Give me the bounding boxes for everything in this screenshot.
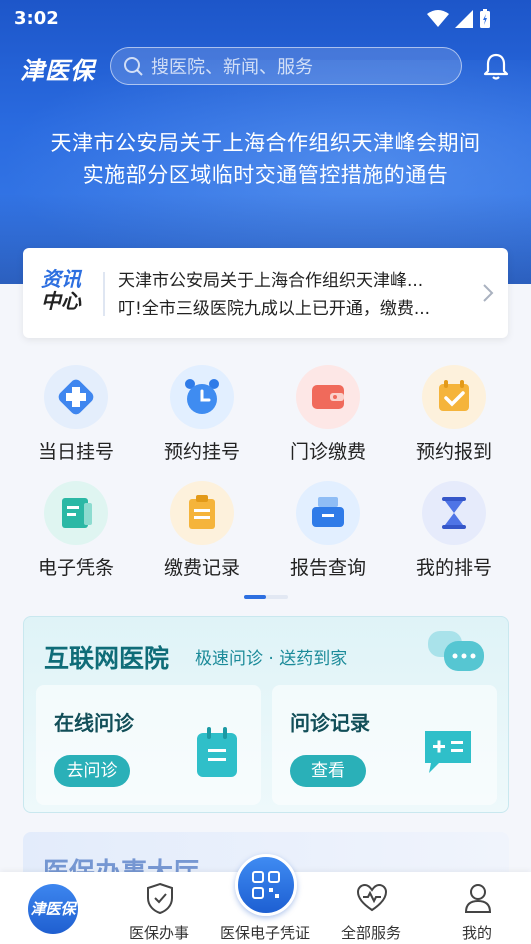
tab-label: 医保办事	[128, 924, 189, 942]
tab-all-services[interactable]: 全部服务	[318, 872, 424, 944]
internet-hospital-subtitle: 极速问诊 · 送药到家	[195, 649, 348, 669]
view-records-button[interactable]: 查看	[290, 755, 366, 787]
service-appointment-checkin[interactable]: 预约报到	[399, 365, 509, 464]
receipt-icon	[44, 481, 108, 545]
banner-line-2: 实施部分区域临时交通管控措施的通告	[82, 163, 449, 187]
internet-hospital-card[interactable]: 互联网医院 极速问诊 · 送药到家 在线问诊 去问诊 问诊记录 查看	[23, 616, 509, 813]
service-appointment-registration[interactable]: 预约挂号	[147, 365, 257, 464]
service-label: 预约报到	[415, 441, 492, 463]
e-voucher-qr-button[interactable]	[235, 854, 297, 916]
heart-pulse-icon	[356, 884, 388, 912]
banner-title[interactable]: 天津市公安局关于上海合作组织天津峰会期间 实施部分区域临时交通管控措施的通告	[0, 127, 531, 191]
home-logo-icon: 津医保	[28, 884, 78, 934]
divider	[103, 272, 105, 316]
service-label: 门诊缴费	[289, 441, 366, 463]
page-indicator	[244, 595, 288, 599]
status-time: 3:02	[14, 8, 59, 29]
tab-label: 医保电子凭证	[219, 924, 310, 942]
tab-label: 我的	[461, 924, 492, 942]
shield-check-icon	[147, 882, 173, 914]
user-icon	[464, 884, 492, 913]
signal-icon	[455, 10, 473, 28]
alarm-clock-icon	[170, 365, 234, 429]
service-label: 电子凭条	[37, 557, 114, 579]
service-label: 当日挂号	[37, 441, 114, 463]
internet-hospital-title: 互联网医院	[44, 644, 170, 673]
service-label: 我的排号	[415, 557, 492, 579]
service-label: 预约挂号	[163, 441, 240, 463]
service-electronic-receipt[interactable]: 电子凭条	[21, 481, 131, 580]
service-same-day-registration[interactable]: 当日挂号	[21, 365, 131, 464]
wifi-icon	[427, 10, 449, 27]
panel-title: 在线问诊	[54, 711, 134, 735]
go-consult-button[interactable]: 去问诊	[54, 755, 130, 787]
service-outpatient-payment[interactable]: 门诊缴费	[273, 365, 383, 464]
service-label: 报告查询	[289, 557, 366, 579]
bell-icon[interactable]	[483, 52, 509, 80]
service-label: 缴费记录	[163, 557, 240, 579]
same-day-registration-icon	[44, 365, 108, 429]
page-indicator-active	[244, 595, 266, 599]
clipboard-icon	[170, 481, 234, 545]
status-bar: 3:02	[0, 0, 531, 36]
tab-home[interactable]: 津医保	[0, 872, 106, 944]
search-input[interactable]: 搜医院、新闻、服务	[110, 47, 462, 85]
service-payment-records[interactable]: 缴费记录	[147, 481, 257, 580]
search-icon	[124, 57, 143, 76]
news-item[interactable]: 天津市公安局关于上海合作组织天津峰...	[118, 267, 480, 295]
wallet-icon	[296, 365, 360, 429]
top-bar: 津医保 搜医院、新闻、服务	[0, 44, 531, 90]
search-placeholder: 搜医院、新闻、服务	[151, 57, 313, 78]
tab-mine[interactable]: 我的	[424, 872, 530, 944]
service-report-query[interactable]: 报告查询	[273, 481, 383, 580]
tab-label: 全部服务	[340, 924, 401, 942]
hourglass-icon	[422, 481, 486, 545]
qr-code-icon	[252, 871, 280, 899]
tab-insurance-affairs[interactable]: 医保办事	[106, 872, 212, 944]
chevron-right-icon[interactable]	[482, 283, 494, 303]
calendar-check-icon	[422, 365, 486, 429]
plus-equals-chat-icon	[425, 731, 471, 773]
banner-line-1: 天津市公安局关于上海合作组织天津峰会期间	[50, 131, 481, 155]
app-logo: 津医保	[20, 57, 95, 85]
clipboard-icon	[197, 727, 237, 777]
news-center-badge: 资讯 中心	[41, 267, 81, 313]
panel-title: 问诊记录	[290, 711, 370, 735]
service-my-queue-number[interactable]: 我的排号	[399, 481, 509, 580]
news-item[interactable]: 叮!全市三级医院九成以上已开通，缴费...	[118, 295, 480, 323]
chat-bubbles-icon	[428, 631, 484, 671]
status-icons	[427, 9, 491, 29]
consultation-records-panel[interactable]: 问诊记录 查看	[272, 685, 497, 805]
battery-icon	[480, 9, 490, 28]
news-list: 天津市公安局关于上海合作组织天津峰... 叮!全市三级医院九成以上已开通，缴费.…	[118, 267, 480, 323]
online-consultation-panel[interactable]: 在线问诊 去问诊	[36, 685, 261, 805]
news-center-card[interactable]: 资讯 中心 天津市公安局关于上海合作组织天津峰... 叮!全市三级医院九成以上已…	[23, 248, 508, 338]
report-tray-icon	[296, 481, 360, 545]
